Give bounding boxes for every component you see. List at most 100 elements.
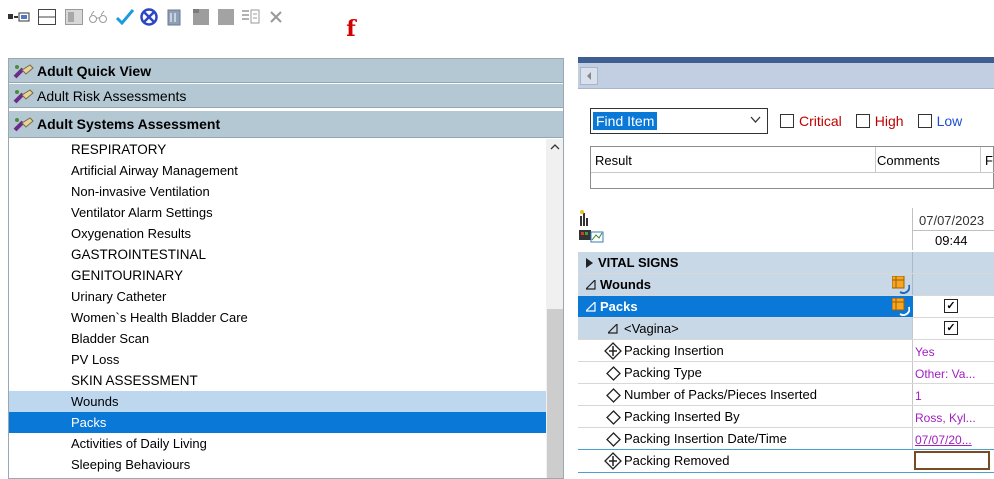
document-icon[interactable] — [240, 8, 262, 26]
cell-value: 07/07/20... — [915, 433, 972, 447]
band-adult-quick-view[interactable]: Adult Quick View — [9, 59, 563, 83]
list-item[interactable]: Artificial Airway Management — [9, 160, 546, 181]
row-packing-inserted-by[interactable]: Packing Inserted By Ross, Kyl... — [578, 406, 994, 428]
section-packs[interactable]: Packs ✓ — [578, 296, 994, 318]
section-vital-signs[interactable]: VITAL SIGNS — [578, 252, 994, 274]
scroll-up-icon[interactable] — [546, 139, 563, 155]
cell-value: 1 — [915, 389, 922, 403]
vagina-checkbox[interactable]: ✓ — [944, 321, 958, 335]
trash-icon[interactable] — [165, 8, 183, 26]
collapse-arrow-icon[interactable] — [608, 324, 618, 334]
group-label: <Vagina> — [624, 321, 679, 336]
collapse-arrow-icon[interactable] — [586, 280, 596, 290]
scroll-left-icon[interactable] — [580, 67, 598, 85]
high-checkbox[interactable] — [855, 114, 870, 128]
low-checkbox[interactable] — [917, 114, 932, 128]
cancel-circle-icon[interactable] — [139, 8, 159, 26]
column-date-header[interactable]: 07/07/2023 09:44 — [912, 208, 994, 250]
section-label: VITAL SIGNS — [598, 255, 679, 270]
value-cell[interactable]: ✓ — [912, 318, 994, 339]
horizontal-scrollbar[interactable] — [578, 63, 994, 89]
collapse-arrow-icon[interactable] — [586, 302, 596, 312]
square-icon-2[interactable] — [217, 8, 235, 26]
dynamic-group-icon[interactable] — [892, 276, 910, 294]
group-vagina[interactable]: <Vagina> ✓ — [578, 318, 994, 340]
find-item-value: Find Item — [593, 112, 658, 130]
chevron-down-icon[interactable] — [750, 114, 761, 126]
section-wounds[interactable]: Wounds — [578, 274, 994, 296]
toolbar: f — [0, 0, 994, 42]
row-label: Number of Packs/Pieces Inserted — [624, 387, 817, 402]
flowsheet-tools-icon[interactable] — [578, 210, 610, 248]
list-item[interactable]: GASTROINTESTINAL — [9, 244, 546, 265]
column-header-partial[interactable]: F — [985, 153, 993, 168]
column-time: 09:44 — [935, 233, 968, 248]
list-item[interactable]: SKIN ASSESSMENT — [9, 370, 546, 391]
result-grid-header: Result Comments F — [591, 147, 994, 173]
column-header-result[interactable]: Result — [595, 153, 632, 168]
row-label: Packing Insertion Date/Time — [624, 431, 787, 446]
flowsheet-panel: Find Item Critical High Low Result Comme… — [578, 57, 994, 479]
row-label: Packing Inserted By — [624, 409, 740, 424]
scrollbar-thumb[interactable] — [547, 309, 563, 478]
glasses-icon[interactable] — [88, 8, 110, 26]
band-label: Adult Risk Assessments — [37, 87, 187, 104]
list-item[interactable]: RESPIRATORY — [9, 139, 546, 160]
diamond-icon — [606, 366, 621, 381]
list-item[interactable]: Non-invasive Ventilation — [9, 181, 546, 202]
high-label: High — [874, 113, 904, 129]
value-cell[interactable]: Ross, Kyl... — [912, 406, 994, 427]
column-header-comments[interactable]: Comments — [877, 153, 940, 168]
packs-checkbox[interactable]: ✓ — [944, 299, 958, 313]
grid-toggle-icon[interactable] — [7, 8, 31, 26]
list-item[interactable]: Urinary Catheter — [9, 286, 546, 307]
list-item-packs-selected[interactable]: Packs — [9, 412, 546, 433]
column-divider — [875, 147, 876, 173]
value-cell[interactable]: 1 — [912, 384, 994, 405]
band-adult-risk-assessments[interactable]: Adult Risk Assessments — [9, 84, 563, 108]
row-label: Packing Removed — [624, 453, 730, 468]
column-divider — [980, 147, 981, 173]
flowsheet-header: 07/07/2023 09:44 — [578, 208, 994, 250]
list-item[interactable]: Activities of Daily Living — [9, 433, 546, 454]
row-packing-insertion-datetime[interactable]: Packing Insertion Date/Time 07/07/20... — [578, 428, 994, 450]
list-item[interactable]: Sleeping Behaviours — [9, 454, 546, 475]
list-item[interactable]: Women`s Health Bladder Care — [9, 307, 546, 328]
list-item[interactable]: Bladder Scan — [9, 328, 546, 349]
column-date: 07/07/2023 — [919, 213, 985, 228]
row-packing-type[interactable]: Packing Type Other: Va... — [578, 362, 994, 384]
row-packing-insertion[interactable]: Packing Insertion Yes — [578, 340, 994, 362]
value-cell[interactable]: Yes — [912, 340, 994, 361]
cell-value: Ross, Kyl... — [915, 411, 976, 425]
row-number-of-packs[interactable]: Number of Packs/Pieces Inserted 1 — [578, 384, 994, 406]
packing-removed-input[interactable] — [914, 451, 990, 470]
list-item-wounds[interactable]: Wounds — [9, 391, 546, 412]
expand-arrow-icon[interactable] — [586, 258, 593, 268]
band-icon — [13, 117, 34, 132]
list-item[interactable]: GENITOURINARY — [9, 265, 546, 286]
value-cell — [912, 274, 994, 295]
close-icon[interactable] — [268, 8, 284, 26]
dynamic-group-icon[interactable] — [892, 298, 910, 316]
band-navigator: Adult Quick View Adult Risk Assessments … — [8, 58, 564, 479]
view-layout-icon[interactable] — [37, 8, 57, 26]
critical-checkbox[interactable] — [780, 114, 794, 128]
row-packing-removed[interactable]: Packing Removed — [578, 449, 994, 473]
checkmark-icon[interactable] — [115, 8, 135, 26]
row-label: Packing Type — [624, 365, 702, 380]
square-icon[interactable] — [192, 8, 210, 26]
filter-bar: Find Item Critical High Low — [590, 107, 994, 135]
find-item-dropdown[interactable]: Find Item — [590, 108, 768, 134]
list-scrollbar[interactable] — [546, 139, 563, 478]
list-item[interactable]: Ventilator Alarm Settings — [9, 202, 546, 223]
table-icon[interactable] — [64, 8, 84, 26]
band-icon — [13, 88, 34, 103]
value-cell[interactable]: ✓ — [912, 296, 994, 317]
list-item[interactable]: PV Loss — [9, 349, 546, 370]
value-cell[interactable]: Other: Va... — [912, 362, 994, 383]
low-label: Low — [936, 113, 963, 129]
value-cell[interactable]: 07/07/20... — [912, 428, 994, 449]
list-item[interactable]: Oxygenation Results — [9, 223, 546, 244]
band-adult-systems-assessment[interactable]: Adult Systems Assessment — [9, 111, 563, 138]
section-list: RESPIRATORY Artificial Airway Management… — [9, 139, 546, 478]
